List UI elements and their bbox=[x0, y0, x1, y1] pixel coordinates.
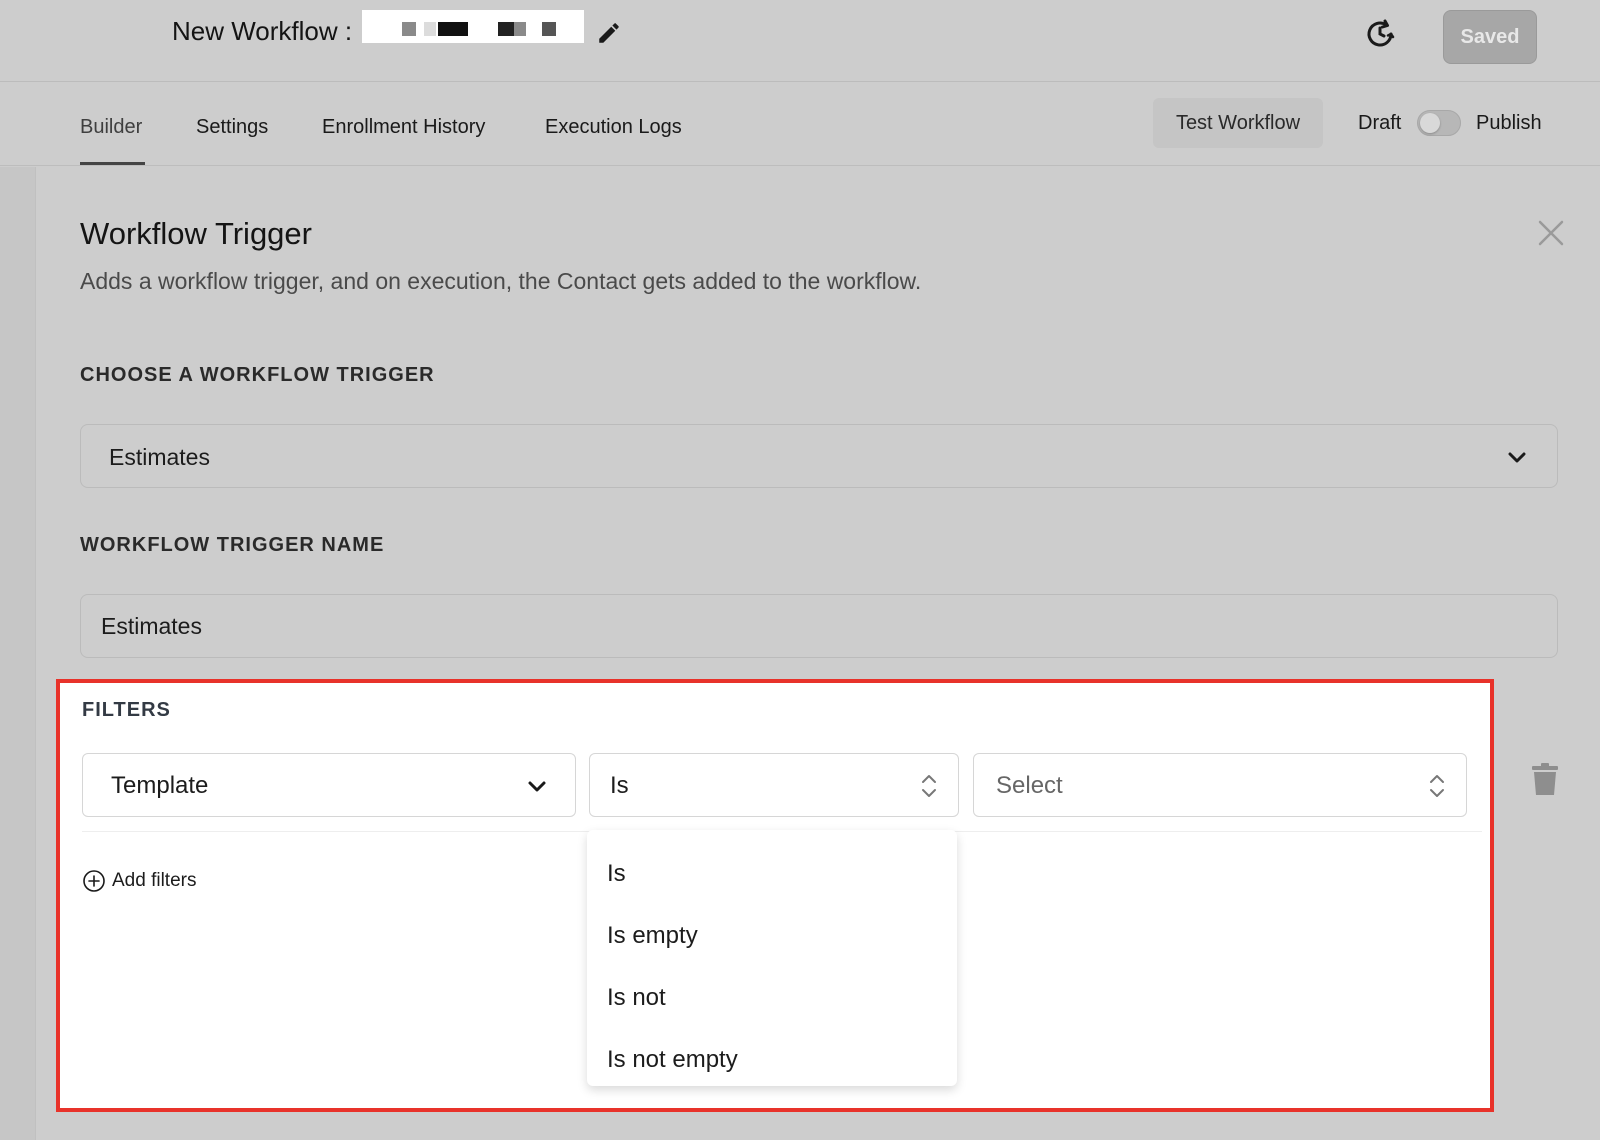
dropdown-option-is-not[interactable]: Is not bbox=[607, 984, 666, 1012]
trigger-select[interactable]: Estimates bbox=[80, 424, 1558, 488]
sort-updown-icon bbox=[922, 775, 936, 797]
filter-operator-select[interactable]: Is bbox=[589, 753, 959, 817]
chevron-down-icon bbox=[528, 781, 546, 792]
trash-icon[interactable] bbox=[1530, 762, 1560, 796]
history-clock-icon[interactable] bbox=[1362, 16, 1398, 52]
trigger-name-label: WORKFLOW TRIGGER NAME bbox=[80, 534, 385, 556]
workflow-title: New Workflow : bbox=[172, 16, 353, 46]
saved-button[interactable]: Saved bbox=[1443, 10, 1537, 64]
test-workflow-button[interactable]: Test Workflow bbox=[1153, 98, 1323, 148]
filter-operator-value: Is bbox=[610, 772, 629, 799]
tab-enrollment-history[interactable]: Enrollment History bbox=[322, 116, 485, 139]
add-filters-label: Add filters bbox=[112, 870, 197, 891]
top-bar: New Workflow : Saved bbox=[0, 0, 1600, 82]
sort-updown-icon bbox=[1430, 775, 1444, 797]
panel-title: Workflow Trigger bbox=[80, 216, 312, 251]
trigger-select-value: Estimates bbox=[109, 444, 210, 470]
filters-label: FILTERS bbox=[82, 699, 171, 721]
publish-label: Publish bbox=[1476, 112, 1542, 134]
filter-value-placeholder: Select bbox=[996, 772, 1063, 799]
toggle-knob bbox=[1420, 113, 1440, 133]
tab-settings[interactable]: Settings bbox=[196, 116, 268, 139]
panel-description: Adds a workflow trigger, and on executio… bbox=[80, 268, 922, 294]
choose-trigger-label: CHOOSE A WORKFLOW TRIGGER bbox=[80, 364, 435, 386]
edit-pencil-icon[interactable] bbox=[596, 20, 622, 46]
filter-field-select[interactable]: Template bbox=[82, 753, 576, 817]
plus-circle-icon bbox=[83, 870, 105, 892]
dropdown-option-is[interactable]: Is bbox=[607, 860, 626, 888]
publish-toggle[interactable] bbox=[1417, 110, 1461, 136]
tab-execution-logs[interactable]: Execution Logs bbox=[545, 116, 682, 139]
dropdown-option-is-not-empty[interactable]: Is not empty bbox=[607, 1046, 738, 1074]
filter-field-value: Template bbox=[111, 772, 209, 799]
draft-label: Draft bbox=[1358, 112, 1402, 134]
add-filters-button[interactable]: Add filters bbox=[82, 869, 196, 893]
canvas-edge bbox=[0, 167, 36, 1140]
active-tab-indicator bbox=[80, 162, 145, 165]
filter-value-select[interactable]: Select bbox=[973, 753, 1467, 817]
trigger-name-input[interactable] bbox=[80, 594, 1558, 658]
close-icon[interactable] bbox=[1536, 218, 1566, 248]
dropdown-option-is-empty[interactable]: Is empty bbox=[607, 922, 698, 950]
tabs-bar: Builder Settings Enrollment History Exec… bbox=[0, 82, 1600, 166]
tab-builder[interactable]: Builder bbox=[80, 116, 142, 139]
operator-dropdown-menu: Is Is empty Is not Is not empty bbox=[587, 830, 957, 1086]
chevron-down-icon bbox=[1508, 452, 1526, 463]
redacted-workflow-name bbox=[362, 10, 584, 43]
